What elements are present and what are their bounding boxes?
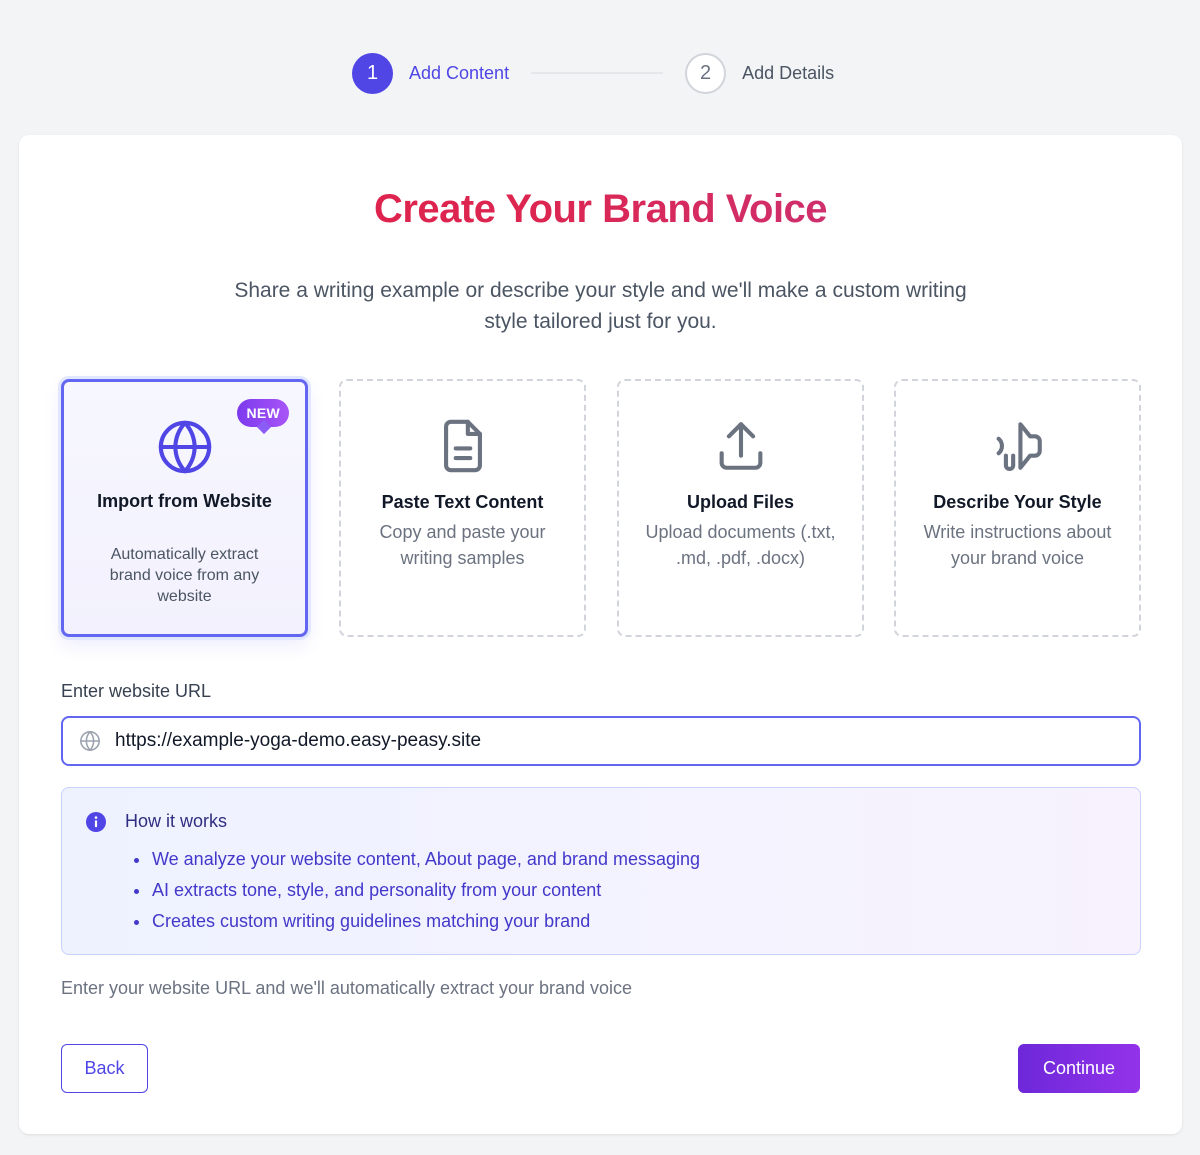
list-item: AI extracts tone, style, and personality… [134,875,700,906]
step-number-2: 2 [685,52,727,94]
globe-icon [80,731,100,751]
new-badge: NEW [237,399,289,427]
info-icon [86,812,106,832]
option-paste-text[interactable]: Paste Text Content Copy and paste your w… [339,379,586,637]
url-field-label: Enter website URL [61,681,212,701]
option-title: Describe Your Style [933,492,1102,512]
main-card: Create Your Brand Voice Share a writing … [19,135,1182,1134]
continue-button[interactable]: Continue [1018,1044,1140,1093]
option-title: Upload Files [686,492,794,512]
url-field[interactable] [61,716,1141,766]
how-it-works-panel: How it works We analyze your website con… [61,787,1141,955]
website-url-input[interactable] [115,730,1075,752]
step-label-add-content: Add Content [409,62,510,83]
page-subtitle: Share a writing example or describe your… [234,279,967,333]
megaphone-icon [996,422,1042,471]
option-description: Upload documents (.txt, .md, .pdf, .docx… [645,522,836,568]
document-icon [443,419,482,473]
upload-icon [719,422,762,470]
helper-text: Enter your website URL and we'll automat… [61,978,633,998]
option-import-website[interactable]: NEW Import from Website Automatically ex… [61,379,308,637]
back-button[interactable]: Back [61,1044,148,1093]
option-description: Write instructions about your brand voic… [923,522,1112,568]
option-title: Paste Text Content [381,492,544,512]
option-describe-style[interactable]: Describe Your Style Write instructions a… [894,379,1141,637]
page-title: Create Your Brand Voice [19,187,1182,232]
list-item: Creates custom writing guidelines matchi… [134,906,700,937]
globe-icon [158,420,211,474]
option-upload-files[interactable]: Upload Files Upload documents (.txt, .md… [617,379,864,637]
option-title: Import from Website [97,491,272,511]
list-item: We analyze your website content, About p… [134,844,700,875]
step-label-add-details: Add Details [742,62,835,83]
step-number-1: 1 [352,52,393,94]
how-it-works-list: We analyze your website content, About p… [134,844,700,937]
how-it-works-title: How it works [125,811,228,831]
content-source-options: NEW Import from Website Automatically ex… [61,379,1141,637]
step-add-content[interactable]: 1 Add Content [352,52,510,94]
option-description: Automatically extract brand voice from a… [109,546,260,605]
step-add-details[interactable]: 2 Add Details [685,52,835,94]
stepper: 1 Add Content 2 Add Details [352,52,834,94]
option-description: Copy and paste your writing samples [379,522,546,568]
step-connector [531,72,664,74]
